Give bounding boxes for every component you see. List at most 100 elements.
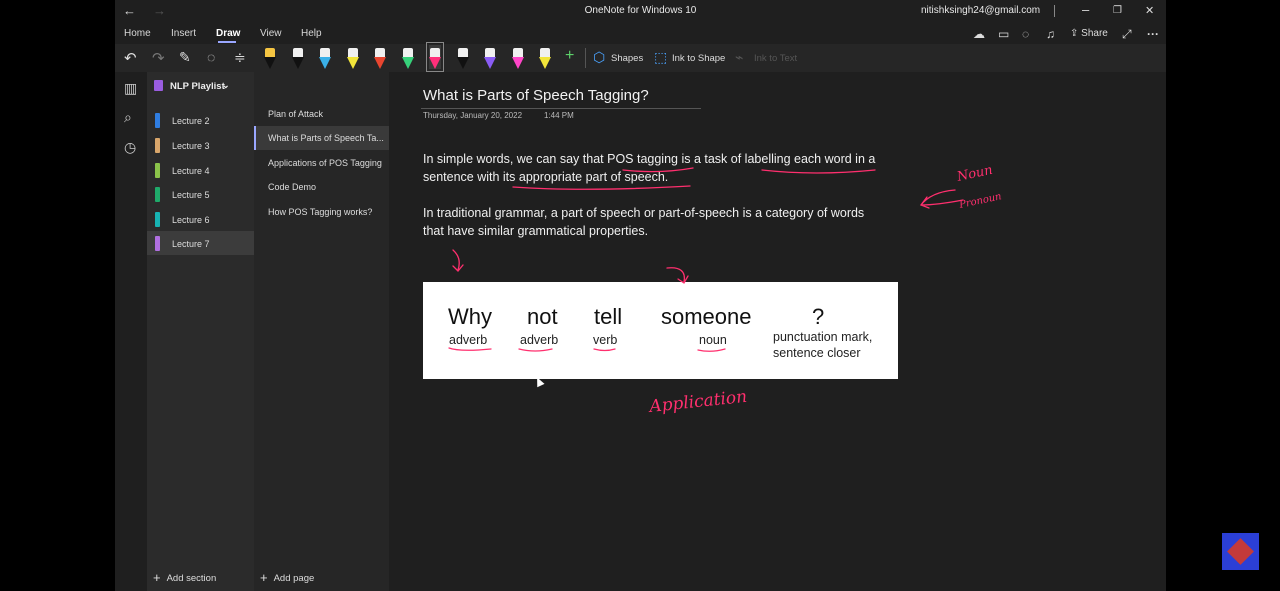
pen-black-2-icon[interactable] [456,45,469,69]
pen-red-icon[interactable] [374,45,386,69]
shapes-icon[interactable]: ⬡ [593,49,605,66]
section-color-tab [155,138,160,153]
pen-purple-icon[interactable] [484,45,496,69]
sync-icon[interactable]: ☁ [973,27,985,41]
page-label: Code Demo [268,182,317,192]
pen-black-icon[interactable] [291,45,304,69]
paragraph-2[interactable]: In traditional grammar, a part of speech… [423,204,923,240]
paragraph-2-line-1: In traditional grammar, a part of speech… [423,206,865,220]
tag-adverb-2: adverb [520,333,559,347]
draw-toolbar: ↶ ↷ ✎ ◌ ≑ + ⬡ Shapes ⬚ Ink to Shape ⌁ In… [115,42,1166,72]
word-not: not [527,304,558,329]
share-button[interactable]: ⇪ Share [1070,28,1108,39]
sections-panel: Lecture 2 Lecture 3 Lecture 4 Lecture 5 Lect… [147,72,254,591]
page-date: Thursday, January 20, 2022 [423,111,523,120]
tab-draw[interactable]: Draw [216,28,240,39]
add-pen-button[interactable]: + [565,47,574,65]
pen-yellow-icon[interactable] [346,45,359,69]
word-tell: tell [594,304,623,329]
pen-tip [401,57,414,69]
ink-to-shape-icon[interactable]: ⬚ [654,49,667,66]
chevron-down-icon: ⌄ [222,80,230,90]
selected-page-indicator [254,126,256,150]
redo-button[interactable]: ↷ [152,49,165,67]
pen-yellow-2-icon[interactable] [539,45,551,69]
section-item[interactable]: Lecture 2 [147,108,254,132]
minimize-button[interactable]: – [1082,2,1089,18]
paragraph-1-line-1: In simple words, we can say that POS tag… [423,152,876,166]
ink-to-shape-button[interactable]: Ink to Shape [672,53,725,64]
page-label: How POS Tagging works? [268,207,373,217]
section-label: Lecture 5 [172,190,210,200]
tab-insert[interactable]: Insert [171,28,196,39]
active-tab-indicator [218,41,236,43]
recent-icon[interactable]: ◷ [124,139,136,156]
page-label: Applications of POS Tagging [268,158,382,168]
pen-tip [346,57,359,69]
more-options-button[interactable]: ··· [1147,27,1159,41]
section-label: Lecture 3 [172,141,210,151]
add-section-button[interactable]: + Add section [153,570,216,585]
plus-icon: + [153,570,161,585]
search-icon[interactable]: ⌕ [124,109,132,126]
tag-punctuation: punctuation mark, [773,330,873,344]
section-color-tab [155,212,160,227]
restore-button[interactable]: ❐ [1113,3,1122,19]
pages-panel: Plan of Attack What is Parts of Speech Ta… [254,72,389,591]
shapes-button[interactable]: Shapes [611,53,643,64]
eraser-icon[interactable]: ≑ [234,49,246,66]
section-item[interactable]: Lecture 7 [147,231,254,255]
word-question-mark: ? [812,304,825,329]
pen-tip [539,57,551,69]
pen-tip [319,57,331,69]
add-section-label: Add section [166,573,217,584]
pos-example-image[interactable]: Why not tell someone ? adverb adverb ver… [423,282,898,379]
lightbulb-icon[interactable]: ◌ [1022,27,1029,41]
tab-home[interactable]: Home [124,28,151,39]
toolbar-divider [585,48,586,68]
tab-view[interactable]: View [260,28,282,39]
page-label: Plan of Attack [268,109,324,119]
section-color-tab [155,187,160,202]
tab-help[interactable]: Help [301,28,322,39]
undo-button[interactable]: ↶ [124,49,137,67]
navigation-rail: ▥ ⌕ ◷ [115,72,147,591]
page-label: What is Parts of Speech Ta... [268,133,384,143]
pen-pink-selected-icon[interactable] [426,42,444,72]
page-item[interactable]: Code Demo [254,175,389,199]
bell-icon[interactable]: ♫ [1046,27,1055,41]
page-item[interactable]: How POS Tagging works? [254,200,389,224]
section-item[interactable]: Lecture 6 [147,207,254,231]
tag-verb: verb [593,333,618,347]
notebook-name: NLP Playlist [170,81,225,92]
page-item[interactable]: Plan of Attack [254,102,389,126]
paragraph-1[interactable]: In simple words, we can say that POS tag… [423,150,923,186]
section-item[interactable]: Lecture 4 [147,158,254,182]
add-page-button[interactable]: + Add page [260,570,314,585]
account-email[interactable]: nitishksingh24@gmail.com [921,5,1040,16]
pen-magenta-icon[interactable] [511,45,524,69]
expand-icon[interactable]: ⤢ [1122,27,1132,42]
word-someone: someone [661,304,752,329]
pen-tip [484,57,496,69]
share-label: Share [1081,28,1108,39]
page-item[interactable]: What is Parts of Speech Ta... [254,126,389,150]
tag-adverb-1: adverb [449,333,488,347]
page-icon[interactable]: ▭ [998,27,1009,41]
section-item[interactable]: Lecture 3 [147,133,254,157]
lasso-type-icon[interactable]: ✎ [179,49,191,66]
page-title[interactable]: What is Parts of Speech Tagging? [423,87,649,104]
close-button[interactable]: ✕ [1145,3,1154,19]
page-item[interactable]: Applications of POS Tagging [254,151,389,175]
pen-tip [291,57,304,69]
add-page-label: Add page [273,573,315,584]
lasso-select-icon[interactable]: ◌ [207,49,215,65]
logo-inner-shape [1227,538,1254,565]
pen-green-icon[interactable] [401,45,414,69]
notebooks-icon[interactable]: ▥ [124,80,137,97]
pen-black-yellow-icon[interactable] [264,45,276,69]
title-underline [421,108,701,109]
section-item[interactable]: Lecture 5 [147,182,254,206]
watermark-logo [1222,533,1259,570]
pen-blue-icon[interactable] [319,45,331,69]
